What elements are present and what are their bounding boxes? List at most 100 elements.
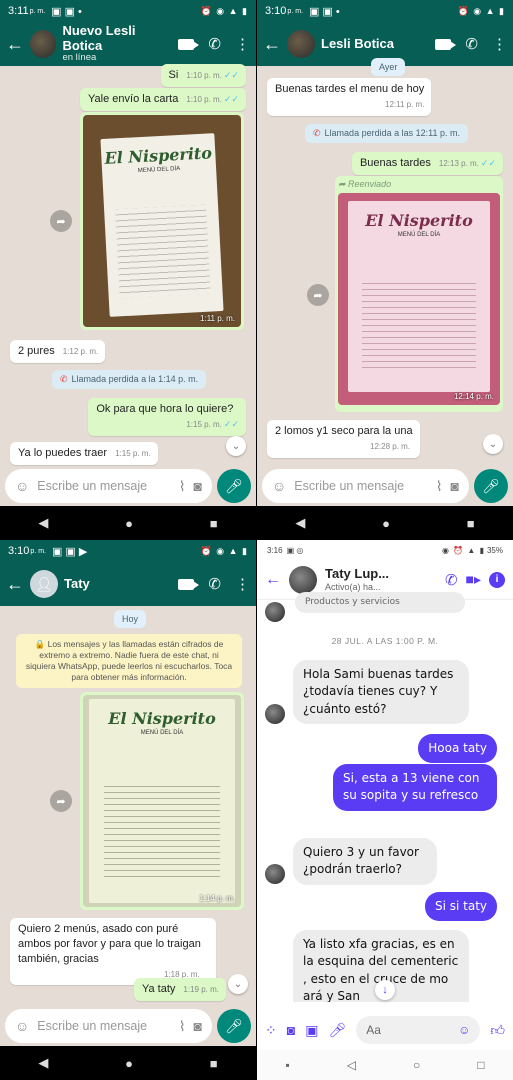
scroll-down-button[interactable]: ⌄ (226, 436, 246, 456)
message-input[interactable]: ☺ Escribe un mensaje ⌇ ◙ (5, 469, 212, 503)
message-out[interactable]: Hooa taty (418, 734, 497, 764)
android-nav-bar: ◀ ● ■ (257, 506, 513, 540)
forwarded-label: ➦ Reenviado (338, 179, 500, 190)
like-icon[interactable]: 👍︎ (490, 1022, 505, 1039)
message-in[interactable]: Quiero 3 y un favor ¿podrán traerlo? (293, 838, 437, 885)
contact-title[interactable]: Taty Lup... Activo(a) ha... (325, 566, 437, 592)
nav-recents-icon[interactable]: ■ (210, 516, 218, 531)
input-placeholder: Escribe un mensaje (37, 479, 148, 493)
input-placeholder: Aa (366, 1023, 381, 1037)
attach-icon[interactable]: ⌇ (179, 478, 186, 495)
message-list: Ayer Buenas tardes el menu de hoy 12:11 p… (257, 0, 513, 540)
message-out[interactable]: Si, esta a 13 viene con su sopita y su r… (333, 764, 497, 811)
gallery-icon[interactable]: ▣ (305, 1022, 318, 1039)
missed-call-notice[interactable]: ✆ Llamada perdida a la 1:14 p. m. (52, 370, 207, 389)
panel-whatsapp-lesli: 3:10 p. m. ▣ ▣ • ⏰ ◉ ▲ ▮ ← Lesli Botica … (257, 0, 513, 540)
message-text: Quiero 2 menús, asado con puré ambos por… (18, 923, 201, 965)
android-nav-bar: ◀ ● ■ (0, 506, 256, 540)
image-message[interactable]: El Nisperito MENÚ DEL DÍA 1:11 p. m. (80, 112, 244, 330)
image-message[interactable]: El Nisperito MENÚ DEL DÍA 1:14 p. m. (80, 692, 244, 910)
scroll-down-button[interactable]: ↓ (375, 980, 395, 1000)
nav-recents-icon[interactable]: ■ (467, 516, 475, 531)
menu-paper: El Nisperito MENÚ DEL DÍA (100, 133, 224, 318)
nav-recents-icon[interactable]: ■ (210, 1056, 218, 1071)
attach-icon[interactable]: ⌇ (179, 1018, 186, 1035)
emoji-icon[interactable]: ☺ (272, 478, 286, 494)
message-text: Ya taty (141, 983, 176, 995)
nav-back-icon[interactable]: ◀ (38, 1055, 48, 1071)
nav-back-icon[interactable]: ◀ (295, 515, 305, 531)
message-in[interactable]: 2 pures 1:12 p. m. (10, 340, 106, 363)
menu-paper: El Nisperito MENÚ DEL DÍA (347, 201, 491, 393)
status-time: 3:16 (267, 545, 283, 555)
image-time: 1:14 p. m. (199, 894, 235, 903)
nav-home-icon[interactable]: ● (382, 516, 390, 531)
phone-icon[interactable]: ✆ (445, 571, 458, 589)
mic-button[interactable]: 🎤︎ (217, 1009, 251, 1043)
image-message[interactable]: ➦ Reenviado El Nisperito MENÚ DEL DÍA 12… (335, 176, 503, 412)
emoji-icon[interactable]: ☺ (15, 1018, 29, 1034)
nav-dot-icon[interactable]: ▪ (286, 1058, 290, 1072)
message-out[interactable]: Buenas tardes 12:13 p. m. ✓✓ (351, 152, 503, 175)
message-list: Hoy 🔒 Los mensajes y las llamadas están … (0, 540, 256, 1080)
message-input[interactable]: Aa ☺ (356, 1016, 481, 1044)
attach-icon[interactable]: ⌇ (436, 478, 443, 495)
scroll-down-button[interactable]: ⌄ (228, 974, 248, 994)
sender-avatar[interactable] (265, 602, 285, 622)
message-in[interactable]: Hola Sami buenas tardes ¿todavía tienes … (293, 660, 469, 725)
mic-button[interactable]: 🎤︎ (474, 469, 508, 503)
message-in-cut[interactable]: Productos y servicios (295, 592, 465, 614)
camera-icon[interactable]: ◙ (194, 478, 202, 494)
nav-home-icon[interactable]: ○ (413, 1058, 420, 1072)
message-in[interactable]: Ya lo puedes traer 1:15 p. m. (10, 442, 158, 465)
info-icon[interactable]: i (489, 571, 505, 588)
double-check-icon: ✓✓ (223, 70, 239, 80)
emoji-icon[interactable]: ☺ (15, 478, 29, 494)
panel-messenger-taty: 3:16 ▣ ◎ ◉ ⏰ ▲ ▮ 35% ← Taty Lup... Activ… (257, 540, 513, 1080)
nav-home-icon[interactable]: ● (125, 1056, 133, 1071)
message-in[interactable]: 2 lomos y1 seco para la una 12:28 p. m. (267, 420, 420, 458)
avatar[interactable] (289, 565, 317, 594)
message-out[interactable]: Ok para que hora lo quiere? 1:15 p. m. ✓✓ (88, 398, 246, 436)
sender-avatar[interactable] (265, 864, 285, 884)
panel-whatsapp-taty: 3:10 p. m. ▣ ▣ ▶ ⏰ ◉ ▲ ▮ ← 👤︎ Taty ✆ ⋮ H… (0, 540, 256, 1080)
message-out[interactable]: Ya taty 1:19 p. m. (133, 978, 226, 1001)
day-chip: Hoy (114, 610, 147, 628)
message-out[interactable]: Yale envío la carta 1:10 p. m. ✓✓ (80, 88, 246, 111)
camera-icon[interactable]: ◙ (287, 1022, 295, 1038)
message-text: Buenas tardes (359, 157, 431, 169)
message-in[interactable]: Buenas tardes el menu de hoy 12:11 p. m. (267, 78, 432, 116)
menu-title: El Nisperito (108, 709, 216, 729)
message-input[interactable]: ☺ Escribe un mensaje ⌇ ◙ (262, 469, 469, 503)
menu-lines (115, 205, 212, 299)
nav-home-icon[interactable]: ● (125, 516, 133, 531)
message-in[interactable]: Quiero 2 menús, asado con puré ambos por… (10, 918, 216, 986)
encryption-notice[interactable]: 🔒 Los mensajes y las llamadas están cifr… (16, 634, 242, 689)
contact-status: Activo(a) ha... (325, 581, 381, 592)
emoji-icon[interactable]: ☺ (458, 1023, 470, 1037)
message-input[interactable]: ☺ Escribe un mensaje ⌇ ◙ (5, 1009, 212, 1043)
nav-recents-icon[interactable]: □ (477, 1058, 484, 1072)
missed-call-notice[interactable]: ✆ Llamada perdida a las 12:11 p. m. (305, 124, 468, 143)
menu-photo[interactable]: El Nisperito MENÚ DEL DÍA 12:14 p. m. (338, 193, 500, 405)
menu-photo[interactable]: El Nisperito MENÚ DEL DÍA 1:11 p. m. (83, 115, 241, 327)
camera-icon[interactable]: ◙ (194, 1018, 202, 1034)
forward-icon[interactable]: ➦ (307, 284, 329, 306)
apps-grid-icon[interactable]: ⁘ (265, 1022, 277, 1039)
sender-avatar[interactable] (265, 704, 285, 724)
nav-back-icon[interactable]: ◀ (38, 515, 48, 531)
video-call-icon[interactable]: ■▸ (466, 571, 481, 588)
day-chip: Ayer (371, 58, 406, 76)
forward-icon[interactable]: ➦ (50, 210, 72, 232)
message-out[interactable]: Si si taty (424, 892, 497, 922)
mic-icon[interactable]: 🎤︎ (328, 1022, 346, 1039)
nav-back-icon[interactable]: ◁ (347, 1058, 356, 1072)
message-out[interactable]: Si 1:10 p. m. ✓✓ (160, 64, 246, 87)
scroll-down-button[interactable]: ⌄ (483, 434, 503, 454)
mic-button[interactable]: 🎤︎ (217, 469, 251, 503)
back-arrow-icon[interactable]: ← (265, 571, 281, 589)
menu-photo[interactable]: El Nisperito MENÚ DEL DÍA 1:14 p. m. (83, 695, 241, 907)
double-check-icon: ✓✓ (480, 158, 496, 168)
forward-icon[interactable]: ➦ (50, 790, 72, 812)
camera-icon[interactable]: ◙ (451, 478, 459, 494)
